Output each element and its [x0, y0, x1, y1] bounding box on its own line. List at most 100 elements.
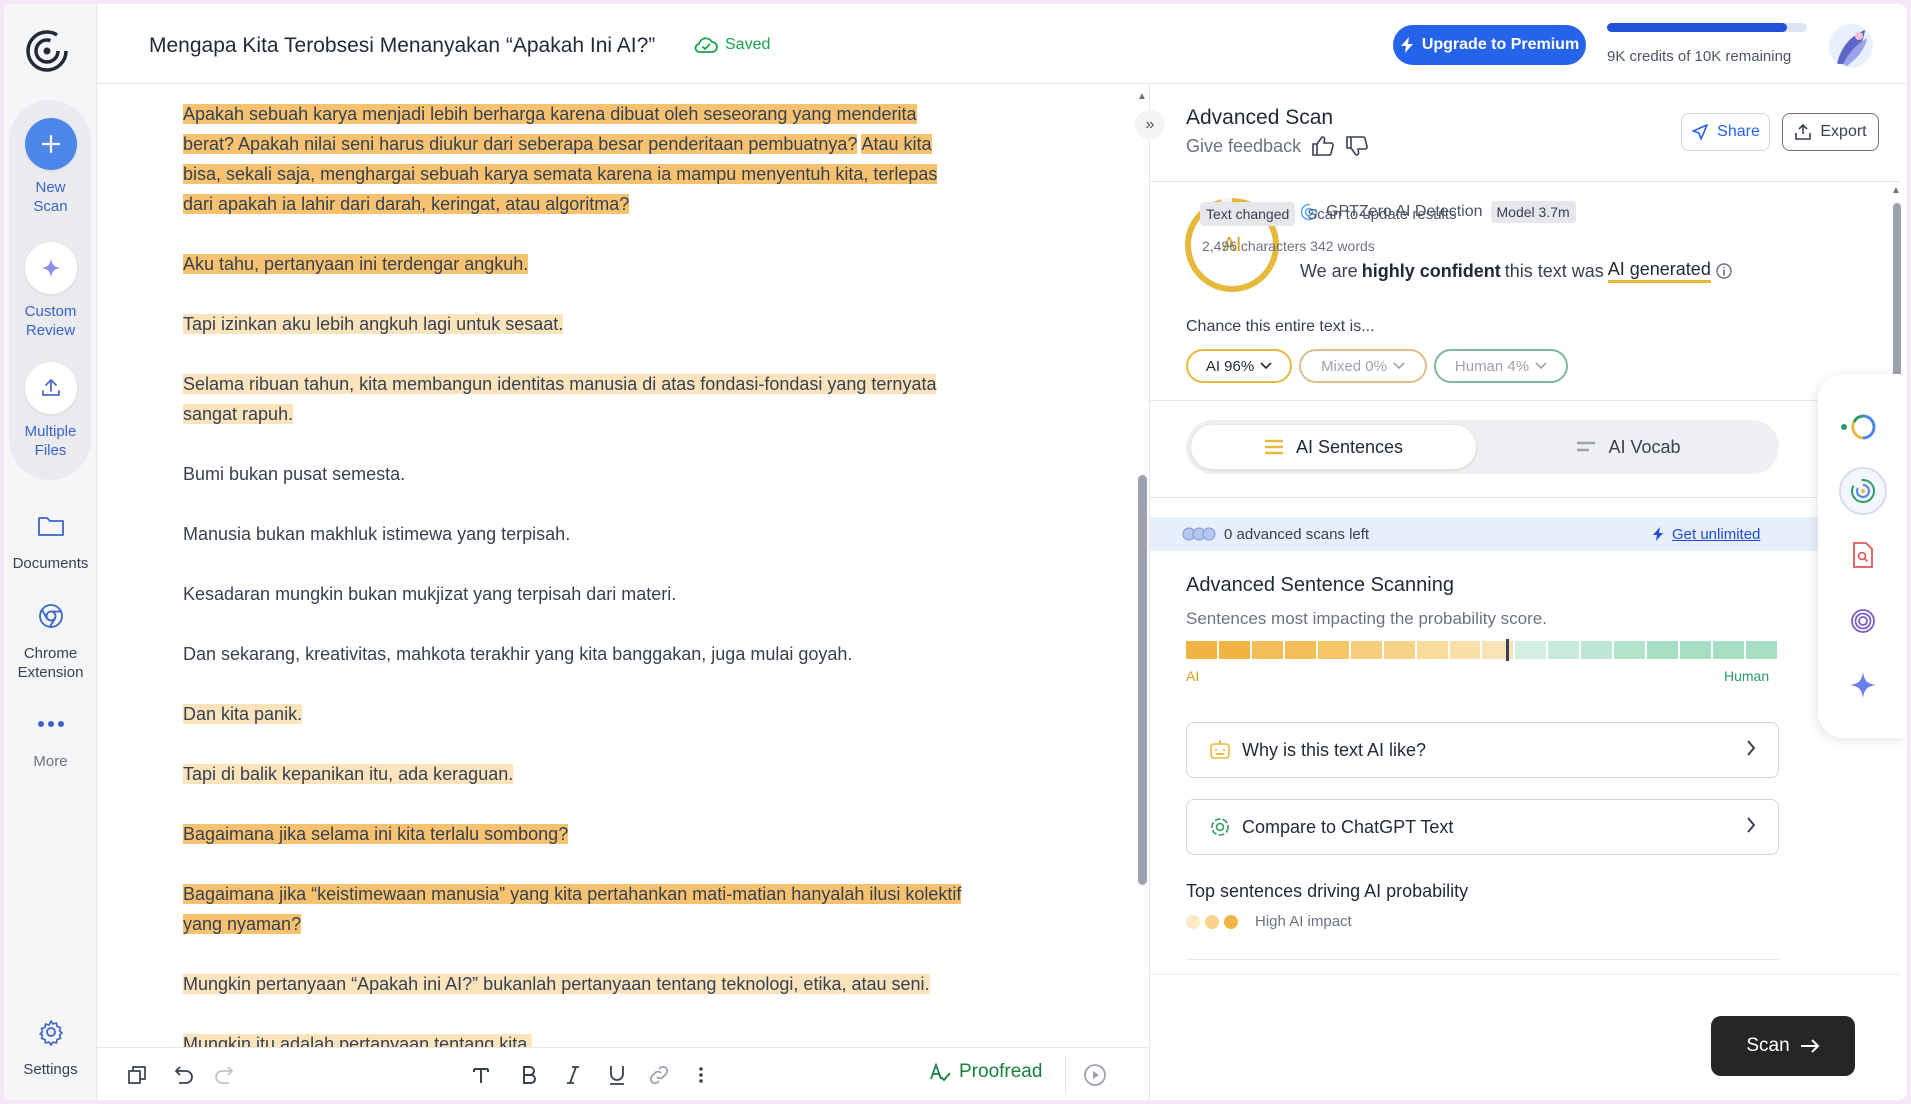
toolbar-divider [1065, 1056, 1066, 1094]
editor-scrollbar-thumb[interactable] [1138, 475, 1147, 885]
human-probability-pill[interactable]: Human 4% [1434, 349, 1568, 383]
underline-icon[interactable] [603, 1061, 631, 1089]
chrome-extension-label: Chrome Extension [17, 645, 84, 681]
highlighted-sentence: Mungkin pertanyaan “Apakah ini AI?” buka… [183, 974, 930, 994]
paragraph: Selama ribuan tahun, kita membangun iden… [183, 369, 963, 429]
upgrade-premium-button[interactable]: Upgrade to Premium [1393, 25, 1586, 65]
chrome-extension-button[interactable]: Chrome Extension [4, 596, 97, 682]
paragraph: Bagaimana jika “keistimewaan manusia” ya… [183, 879, 963, 939]
multiple-files-button[interactable]: Multiple Files [4, 362, 97, 460]
document-search-icon[interactable] [1848, 540, 1878, 570]
paragraph: Kesadaran mungkin bukan mukjizat yang te… [183, 579, 963, 609]
app-window: New Scan Custom Review Multiple Files Do… [4, 4, 1907, 1100]
share-button[interactable]: Share [1681, 113, 1770, 151]
paragraph: Bagaimana jika selama ini kita terlalu s… [183, 819, 963, 849]
why-ai-label: Why is this text AI like? [1242, 739, 1427, 760]
scale-segment [1614, 641, 1648, 659]
fingerprint-icon[interactable] [1848, 606, 1878, 636]
link-icon[interactable] [645, 1061, 673, 1089]
paragraph: Tapi izinkan aku lebih angkuh lagi untuk… [183, 309, 963, 339]
get-unlimited-link[interactable]: Get unlimited [1652, 526, 1760, 543]
redo-icon[interactable] [211, 1061, 239, 1089]
ai-detector-icon[interactable] [1848, 412, 1878, 442]
play-circle-icon[interactable] [1081, 1061, 1109, 1089]
scan-tokens-icon [1182, 527, 1216, 541]
chevron-right-icon [1746, 739, 1756, 761]
send-icon [1692, 124, 1708, 140]
highlighted-sentence: Apakah sebuah karya menjadi lebih berhar… [183, 104, 917, 154]
scroll-up-arrow-icon[interactable]: ▲ [1891, 185, 1901, 196]
user-avatar[interactable] [1829, 24, 1873, 68]
thumbs-down-icon[interactable] [1345, 135, 1369, 157]
tab-ai-sentences-label: AI Sentences [1295, 436, 1404, 457]
info-icon[interactable] [1715, 262, 1733, 280]
lightning-icon [1653, 527, 1663, 541]
confidence-pre: We are [1300, 260, 1358, 281]
italic-icon[interactable] [559, 1061, 587, 1089]
impact-dot-low [1186, 914, 1200, 929]
lightning-icon [1400, 37, 1413, 53]
scale-segment [1186, 641, 1219, 659]
saved-label: Saved [725, 36, 771, 53]
advanced-scan-panel: Advanced Scan Give feedback Share Export… [1150, 85, 1901, 1100]
gptzero-logo-icon[interactable] [24, 28, 70, 74]
highlighted-sentence: Tapi di balik kepanikan itu, ada keragua… [183, 764, 514, 784]
top-header: Mengapa Kita Terobsesi Menanyakan “Apaka… [97, 4, 1907, 84]
custom-review-label: Custom Review [24, 303, 77, 339]
active-indicator-dot [1841, 424, 1847, 430]
sentence: Bumi bukan pusat semesta. [183, 464, 406, 484]
top-sentences-title: Top sentences driving AI probability [1186, 881, 1469, 901]
character-word-count: 2,496 characters 342 words [1202, 238, 1375, 254]
documents-button[interactable]: Documents [4, 506, 97, 573]
ai-human-scale-bar [1186, 641, 1779, 659]
why-ai-card[interactable]: Why is this text AI like? [1186, 722, 1779, 778]
bold-icon[interactable] [515, 1061, 543, 1089]
compare-chatgpt-card[interactable]: Compare to ChatGPT Text [1186, 799, 1779, 855]
chrome-icon [31, 596, 71, 636]
proofread-label: Proofread [959, 1061, 1043, 1082]
scroll-up-arrow-icon[interactable]: ▲ [1137, 91, 1147, 102]
custom-review-button[interactable]: Custom Review [4, 242, 97, 340]
copy-icon[interactable] [123, 1061, 151, 1089]
panel-divider-line [1150, 181, 1900, 182]
undo-icon[interactable] [169, 1061, 197, 1089]
robot-icon [1209, 739, 1231, 761]
export-label: Export [1820, 123, 1867, 140]
more-vertical-icon[interactable] [687, 1061, 715, 1089]
gear-icon [31, 1012, 71, 1052]
document-text[interactable]: Apakah sebuah karya menjadi lebih berhar… [183, 99, 963, 1047]
more-button[interactable]: More [4, 704, 97, 771]
text-changed-notice: Text changed Scan to update results [1200, 202, 1457, 226]
documents-label: Documents [12, 555, 89, 572]
tab-ai-sentences[interactable]: AI Sentences [1191, 425, 1476, 469]
scan-button[interactable]: Scan [1711, 1016, 1855, 1076]
export-button[interactable]: Export [1782, 113, 1879, 151]
scale-position-marker [1506, 639, 1510, 661]
paragraph: Bumi bukan pusat semesta. [183, 459, 963, 489]
ai-probability-pill[interactable]: AI 96% [1186, 349, 1292, 383]
vocab-lines-icon [1577, 441, 1596, 452]
highlighted-sentence: Aku tahu, pertanyaan ini terdengar angku… [183, 254, 529, 274]
sentence: Kesadaran mungkin bukan mukjizat yang te… [183, 584, 677, 604]
document-title[interactable]: Mengapa Kita Terobsesi Menanyakan “Apaka… [149, 34, 655, 58]
model-badge: Model 3.7m [1490, 201, 1576, 223]
highlighted-sentence: Tapi izinkan aku lebih angkuh lagi untuk… [183, 314, 564, 334]
advanced-scan-rail-icon[interactable] [1848, 476, 1878, 506]
thumbs-up-icon[interactable] [1311, 135, 1335, 157]
new-scan-button[interactable]: New Scan [4, 118, 97, 216]
proofread-button[interactable]: Proofread [929, 1061, 1042, 1083]
text-format-icon[interactable] [467, 1061, 495, 1089]
scans-left-label: 0 advanced scans left [1224, 525, 1370, 543]
confidence-result: AI generated [1607, 259, 1711, 283]
panel-divider-line [1150, 497, 1900, 498]
mixed-probability-pill[interactable]: Mixed 0% [1299, 349, 1427, 383]
scale-segment [1218, 641, 1252, 659]
scale-segment [1350, 641, 1384, 659]
settings-button[interactable]: Settings [4, 1012, 97, 1079]
scale-segment [1680, 641, 1713, 659]
paragraph: Manusia bukan makhluk istimewa yang terp… [183, 519, 963, 549]
scans-left-banner: 0 advanced scans left Get unlimited [1150, 517, 1900, 551]
tab-ai-vocab[interactable]: AI Vocab [1486, 425, 1771, 469]
more-dots-icon [31, 704, 71, 744]
sparkle-icon[interactable] [1848, 670, 1878, 700]
